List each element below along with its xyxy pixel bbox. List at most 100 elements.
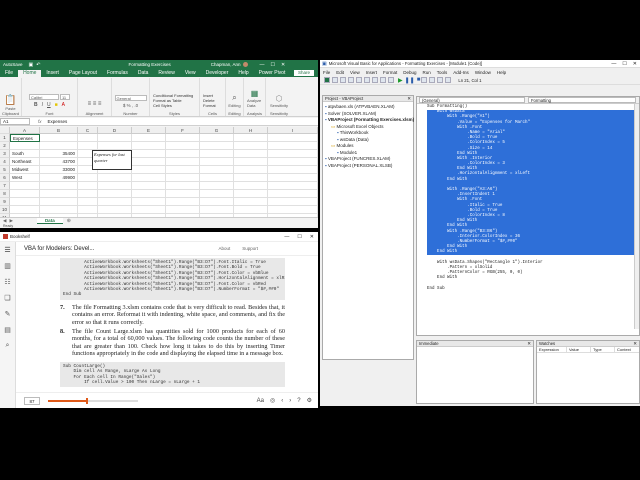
number-format-select[interactable]: General	[114, 94, 147, 101]
cell[interactable]: 43700	[40, 158, 78, 166]
cell[interactable]	[234, 166, 268, 174]
cell[interactable]	[132, 158, 166, 166]
row-header[interactable]: 8	[0, 190, 10, 198]
cell[interactable]	[166, 198, 200, 206]
name-box[interactable]: A1	[0, 118, 30, 125]
select-all[interactable]	[0, 127, 10, 134]
cell[interactable]	[98, 134, 132, 142]
cell[interactable]	[132, 198, 166, 206]
fill-color-icon[interactable]: ■	[55, 102, 58, 108]
next-page-icon[interactable]: ›	[289, 398, 291, 404]
notes-icon[interactable]: ▤	[0, 326, 15, 334]
row-header[interactable]: 9	[0, 198, 10, 206]
bold-button[interactable]: B	[34, 102, 38, 108]
cell[interactable]	[234, 150, 268, 158]
watch-col-type[interactable]: Type	[591, 347, 615, 352]
minimize-icon[interactable]: —	[260, 62, 265, 68]
cell[interactable]	[10, 198, 40, 206]
cell[interactable]	[200, 182, 234, 190]
watch-col-value[interactable]: Value	[567, 347, 591, 352]
vba-menu-tools[interactable]: Tools	[434, 70, 451, 75]
row-header[interactable]: 6	[0, 174, 10, 182]
cut-icon[interactable]	[348, 77, 354, 83]
cell[interactable]	[268, 206, 318, 214]
page-slider[interactable]	[48, 397, 138, 404]
italic-button[interactable]: I	[42, 102, 43, 108]
col-header[interactable]: G	[200, 127, 234, 134]
run-icon[interactable]: ▶	[398, 77, 403, 84]
cell[interactable]	[268, 198, 318, 206]
font-size-select[interactable]: 11	[60, 93, 70, 100]
cell-styles-button[interactable]: Cell Styles	[153, 103, 172, 108]
cell[interactable]: West	[10, 174, 40, 182]
cell[interactable]	[234, 182, 268, 190]
tab-data[interactable]: Data	[133, 70, 154, 77]
vba-menu-format[interactable]: Format	[380, 70, 400, 75]
immediate-input[interactable]	[417, 347, 533, 403]
pause-icon[interactable]: ❚❚	[405, 77, 415, 84]
row-header[interactable]: 5	[0, 166, 10, 174]
format-cells-button[interactable]: Format	[203, 103, 216, 108]
cell[interactable]	[166, 134, 200, 142]
cell[interactable]	[166, 158, 200, 166]
project-explorer-icon[interactable]	[429, 77, 436, 83]
search-icon[interactable]: ⌕	[0, 342, 15, 350]
cell[interactable]	[10, 182, 40, 190]
row-header[interactable]: 2	[0, 142, 10, 150]
paste-icon[interactable]: 📋	[4, 95, 16, 106]
support-link[interactable]: Support	[242, 246, 258, 251]
tab-home[interactable]: Home	[18, 69, 42, 77]
editing-button[interactable]: Editing	[228, 103, 240, 108]
cell[interactable]	[268, 150, 318, 158]
cell[interactable]	[200, 158, 234, 166]
tab-file[interactable]: File	[0, 70, 18, 77]
insert-module-icon[interactable]	[332, 77, 338, 83]
help-icon[interactable]: ?	[297, 398, 300, 404]
cell[interactable]	[40, 182, 78, 190]
cell[interactable]	[132, 150, 166, 158]
cell[interactable]: Northeast	[10, 158, 40, 166]
vba-menu-view[interactable]: View	[347, 70, 363, 75]
cell[interactable]	[234, 174, 268, 182]
cell[interactable]	[78, 206, 98, 214]
maximize-icon[interactable]: ☐	[271, 62, 275, 68]
analyze-data-icon[interactable]: ▦	[251, 89, 259, 98]
cell[interactable]	[234, 198, 268, 206]
cell[interactable]	[268, 190, 318, 198]
tab-help[interactable]: Help	[233, 70, 253, 77]
cell[interactable]	[10, 190, 40, 198]
cell[interactable]	[78, 190, 98, 198]
code-line[interactable]: End Sub	[427, 287, 639, 292]
excel-view-icon[interactable]	[324, 77, 330, 83]
cell[interactable]: Midwest	[10, 166, 40, 174]
share-button[interactable]: Share	[293, 70, 314, 76]
cell[interactable]	[132, 142, 166, 150]
cell[interactable]	[166, 150, 200, 158]
design-mode-icon[interactable]	[421, 77, 428, 83]
cell[interactable]	[98, 182, 132, 190]
vba-close-icon[interactable]: ✕	[633, 61, 637, 67]
cell[interactable]	[40, 190, 78, 198]
cell[interactable]	[268, 166, 318, 174]
row-header[interactable]: 3	[0, 150, 10, 158]
settings-icon[interactable]: ⚙	[307, 397, 312, 404]
formula-input[interactable]: Expenses	[48, 119, 68, 124]
cell[interactable]	[268, 174, 318, 182]
menu-icon[interactable]: ☰	[0, 246, 15, 254]
cell[interactable]	[166, 206, 200, 214]
vba-menu-file[interactable]: File	[320, 70, 333, 75]
font-color-icon[interactable]: A	[62, 102, 65, 108]
undo-icon[interactable]	[380, 77, 386, 83]
watch-col-expression[interactable]: Expression	[537, 347, 567, 352]
code-editor[interactable]: Sub Formatting() With wsData With .Range…	[417, 104, 639, 329]
cell[interactable]	[268, 158, 318, 166]
cell[interactable]	[132, 134, 166, 142]
copy-icon[interactable]	[356, 77, 362, 83]
cell[interactable]	[200, 142, 234, 150]
project-close-icon[interactable]: ✕	[407, 96, 411, 102]
undo-icon[interactable]: ↶	[36, 62, 40, 68]
row-header[interactable]: 1	[0, 134, 10, 142]
cell[interactable]: Expenses	[10, 134, 40, 142]
cell[interactable]	[78, 174, 98, 182]
reset-icon[interactable]: ■	[417, 77, 421, 83]
